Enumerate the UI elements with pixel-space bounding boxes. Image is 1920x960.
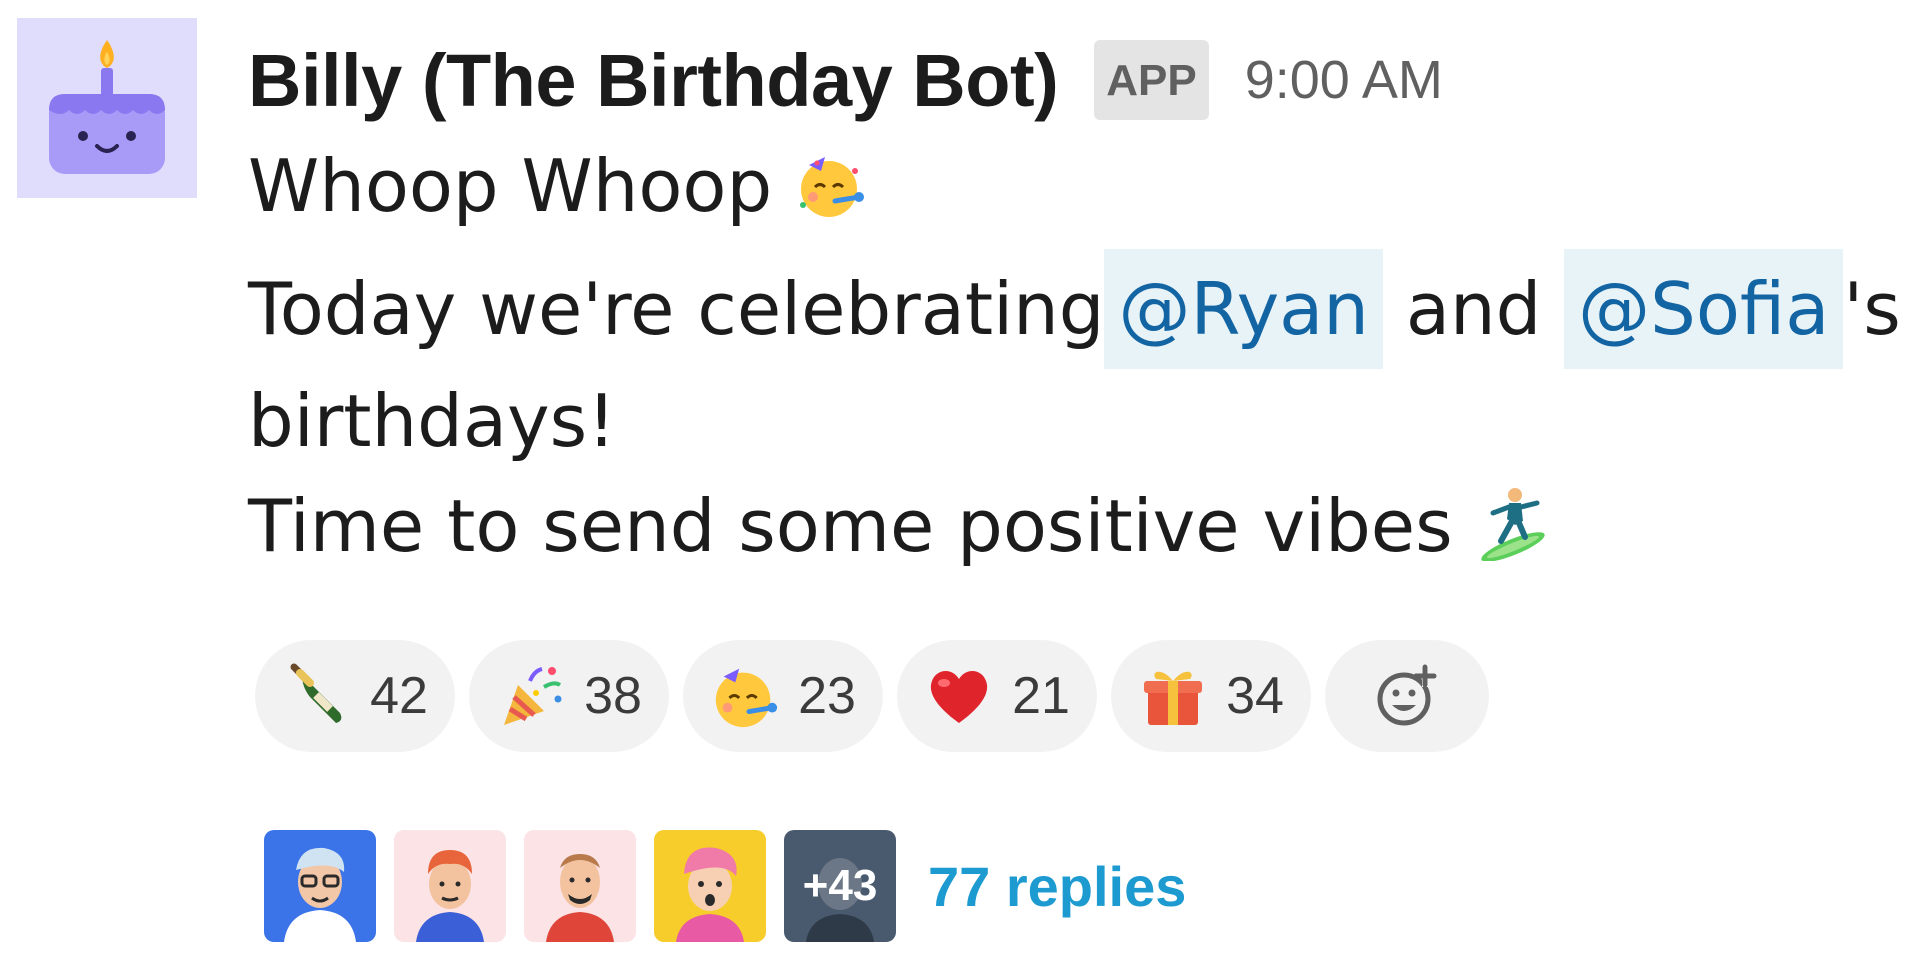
- message-line-2: Today we're celebrating @Ryan and @Sofia '…: [248, 249, 1908, 369]
- avatar-icon: [654, 830, 766, 942]
- reaction-champagne[interactable]: 42: [255, 640, 455, 752]
- reaction-party-popper[interactable]: 38: [469, 640, 669, 752]
- more-participants-count: +43: [802, 861, 878, 910]
- reactions-bar: 42 38 23 21 34: [255, 640, 1489, 752]
- app-badge: APP: [1094, 40, 1209, 120]
- surfer-icon: [1475, 484, 1551, 589]
- avatar-icon: [264, 830, 376, 942]
- participant-avatar[interactable]: [524, 830, 636, 942]
- mention-sofia[interactable]: @Sofia: [1564, 249, 1844, 369]
- avatar-icon: [394, 830, 506, 942]
- reaction-count: 21: [1012, 667, 1070, 725]
- reaction-partying-face[interactable]: 23: [683, 640, 883, 752]
- partying-face-icon: [715, 668, 778, 728]
- message-header: Billy (The Birthday Bot) APP 9:00 AM: [248, 30, 1908, 130]
- participant-avatar[interactable]: [264, 830, 376, 942]
- sender-name[interactable]: Billy (The Birthday Bot): [248, 38, 1059, 123]
- gift-icon: [1144, 671, 1203, 725]
- message-line-4: Time to send some positive vibes: [248, 474, 1908, 589]
- participant-avatar[interactable]: [654, 830, 766, 942]
- reaction-count: 34: [1226, 667, 1284, 725]
- mention-ryan[interactable]: @Ryan: [1104, 249, 1383, 369]
- avatar-icon: [524, 830, 636, 942]
- line1-text: Whoop Whoop: [248, 144, 796, 228]
- bot-avatar[interactable]: [17, 18, 197, 198]
- reaction-heart[interactable]: 21: [897, 640, 1097, 752]
- line2-suffix: 's: [1843, 267, 1901, 351]
- red-heart-icon: [930, 670, 988, 723]
- reaction-count: 42: [370, 667, 428, 725]
- reaction-count: 23: [798, 667, 856, 725]
- partying-face-icon: [795, 144, 867, 249]
- birthday-cake-icon: [49, 40, 165, 174]
- line2-prefix: Today we're celebrating: [248, 267, 1105, 351]
- message-line-1: Whoop Whoop: [248, 134, 1908, 249]
- message-line-3: birthdays!: [248, 369, 1908, 474]
- party-popper-icon: [504, 667, 562, 725]
- champagne-bottle-icon: [290, 663, 342, 723]
- add-reaction-icon: [1377, 664, 1437, 726]
- message-timestamp[interactable]: 9:00 AM: [1245, 49, 1443, 111]
- line4-text: Time to send some positive vibes: [248, 484, 1476, 568]
- message-body: Whoop Whoop Today we're celebrating @Ryan…: [248, 134, 1908, 589]
- line2-mid: and: [1382, 267, 1565, 351]
- replies-link[interactable]: 77 replies: [928, 854, 1186, 919]
- line3-text: birthdays!: [248, 379, 616, 463]
- more-participants[interactable]: +43: [784, 830, 896, 942]
- participant-avatar[interactable]: [394, 830, 506, 942]
- add-reaction-button[interactable]: [1325, 640, 1489, 752]
- reaction-count: 38: [584, 667, 642, 725]
- thread-summary[interactable]: +43 77 replies: [264, 830, 1186, 942]
- reaction-gift[interactable]: 34: [1111, 640, 1311, 752]
